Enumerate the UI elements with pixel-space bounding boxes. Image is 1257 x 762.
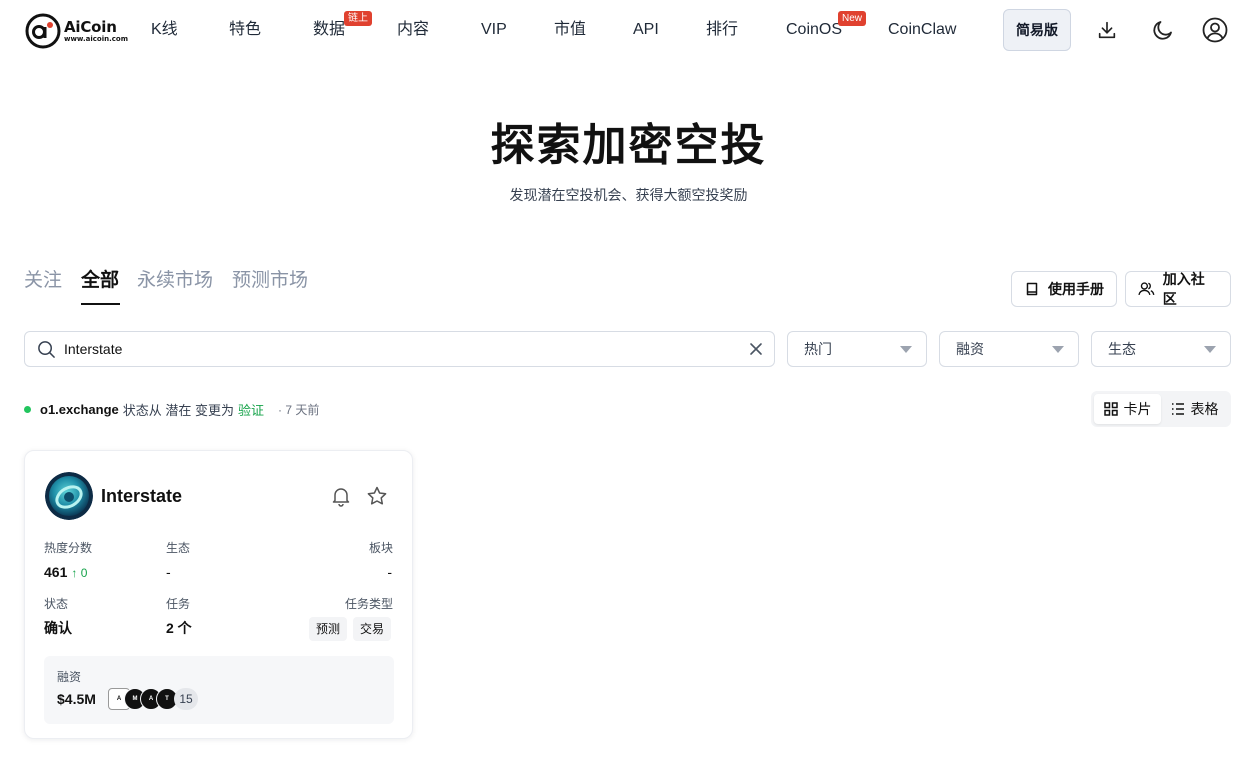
state-value: 确认 (44, 620, 72, 636)
nav-vip[interactable]: VIP (481, 20, 507, 40)
funding-select-value: 融资 (956, 341, 984, 357)
task-type-label: 任务类型 (344, 597, 393, 611)
task-type-chip: 预测 (309, 617, 348, 641)
moon-icon[interactable] (1149, 16, 1177, 44)
project-avatar (45, 472, 93, 520)
simple-mode-button[interactable]: 简易版 (1003, 9, 1071, 51)
card-view-option[interactable]: 卡片 (1094, 394, 1161, 424)
clear-icon[interactable] (748, 341, 764, 357)
investor-avatars[interactable]: A M A T 15 (108, 687, 198, 711)
table-view-option[interactable]: 表格 (1161, 394, 1228, 424)
top-nav: AiCoin www.aicoin.com K线 特色 数据 链上 内容 VIP… (0, 0, 1257, 62)
popular-select-value: 热门 (804, 341, 832, 357)
status-update-line: o1.exchange 状态从 潜在 变更为 验证 · 7 天前 (24, 400, 319, 418)
join-community-button[interactable]: 加入社区 (1125, 271, 1231, 307)
project-name[interactable]: Interstate (101, 485, 182, 507)
ecosystem-label: 生态 (166, 541, 191, 555)
search-icon (38, 340, 55, 358)
nav-coinos-badge: New (838, 11, 867, 26)
status-text: 状态从 潜在 变更为 (122, 402, 234, 418)
sector-value: - (387, 564, 392, 580)
nav-market-cap[interactable]: 市值 (554, 20, 586, 40)
tab-all[interactable]: 全部 (81, 268, 119, 294)
task-label: 任务 (166, 597, 191, 611)
heat-score-number: 461 (44, 564, 68, 580)
nav-features[interactable]: 特色 (229, 20, 261, 40)
task-value: 2 个 (166, 620, 192, 636)
nav-api[interactable]: API (633, 20, 659, 40)
status-dot (24, 405, 31, 413)
popular-select[interactable]: 热门 (787, 331, 927, 367)
status-new-state: 验证 (238, 402, 265, 418)
nav-data[interactable]: 数据 (313, 20, 345, 40)
tab-prediction-market[interactable]: 预测市场 (232, 268, 308, 294)
page-title: 探索加密空投 (490, 120, 767, 171)
page-subtitle: 发现潜在空投机会、获得大额空投奖励 (509, 188, 748, 204)
star-icon[interactable] (366, 485, 388, 507)
list-icon (1171, 403, 1184, 415)
ecosystem-value: - (166, 564, 171, 580)
active-tab-underline (81, 303, 120, 305)
aicoin-logo-icon (25, 13, 61, 49)
search-box[interactable] (24, 331, 775, 367)
manual-label: 使用手册 (1048, 281, 1104, 297)
sector-label: 板块 (368, 541, 393, 555)
funding-label: 融资 (57, 670, 82, 684)
caret-down-icon (900, 345, 912, 353)
aicoin-logo[interactable]: AiCoin www.aicoin.com (25, 12, 128, 50)
tab-perpetual-market[interactable]: 永续市场 (137, 268, 213, 294)
funding-value: $4.5M (57, 691, 96, 707)
book-icon (1026, 282, 1038, 296)
project-card[interactable]: Interstate 热度分数 461 ↑ 0 生态 - 板块 - 状态 确认 任… (24, 450, 413, 739)
bell-icon[interactable] (330, 485, 352, 507)
heat-score-value: 461 ↑ 0 (44, 563, 87, 582)
status-project[interactable]: o1.exchange (40, 402, 119, 417)
tab-following[interactable]: 关注 (24, 268, 62, 294)
search-input[interactable] (64, 341, 724, 357)
community-label: 加入社区 (1162, 271, 1205, 307)
nav-data-badge: 链上 (344, 11, 372, 26)
user-icon[interactable] (1201, 16, 1229, 44)
status-time: · 7 天前 (278, 402, 320, 417)
caret-down-icon (1204, 345, 1216, 353)
grid-icon (1103, 402, 1118, 416)
caret-down-icon (1052, 345, 1064, 353)
ecosystem-select[interactable]: 生态 (1091, 331, 1231, 367)
manual-button[interactable]: 使用手册 (1011, 271, 1117, 307)
nav-coinclaw[interactable]: CoinClaw (888, 20, 956, 40)
logo-name: AiCoin (64, 17, 117, 36)
heat-score-label: 热度分数 (44, 541, 93, 555)
card-view-label: 卡片 (1123, 401, 1152, 417)
view-toggle: 卡片 表格 (1091, 391, 1231, 427)
ecosystem-select-value: 生态 (1108, 341, 1136, 357)
users-icon (1138, 282, 1155, 296)
nav-ranking[interactable]: 排行 (706, 20, 738, 40)
download-icon[interactable] (1093, 16, 1121, 44)
state-label: 状态 (44, 597, 69, 611)
table-view-label: 表格 (1190, 401, 1219, 417)
investor-more-count: 15 (174, 688, 198, 710)
task-type-chip: 交易 (353, 617, 392, 641)
nav-kline[interactable]: K线 (151, 20, 178, 40)
logo-url: www.aicoin.com (64, 34, 128, 43)
funding-box: 融资 $4.5M A M A T 15 (44, 656, 394, 724)
nav-content[interactable]: 内容 (397, 20, 429, 40)
nav-coinos[interactable]: CoinOS (786, 20, 842, 40)
funding-select[interactable]: 融资 (939, 331, 1079, 367)
heat-score-delta: ↑ 0 (71, 566, 88, 580)
